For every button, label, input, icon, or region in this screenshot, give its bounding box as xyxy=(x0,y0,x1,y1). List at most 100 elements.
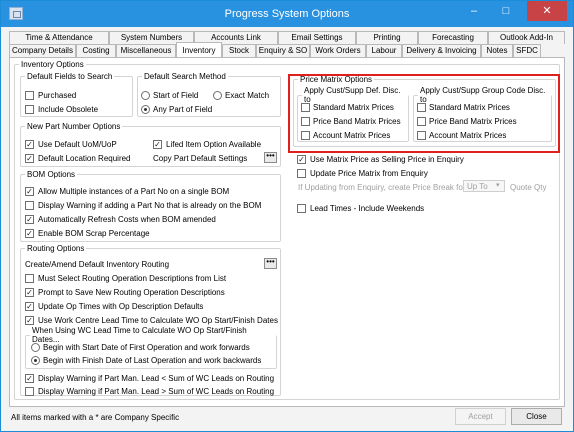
wc-backwards-label: Begin with Finish Date of Last Operation… xyxy=(43,356,262,365)
tab-forecasting[interactable]: Forecasting xyxy=(418,31,488,44)
csg-standard-label: Standard Matrix Prices xyxy=(429,103,510,112)
use-default-uom-checkbox[interactable] xyxy=(25,140,34,149)
bom-display-warning-label: Display Warning if adding a Part No that… xyxy=(38,201,262,210)
create-amend-routing-button[interactable]: ••• xyxy=(264,258,277,269)
warning-lead-less-label: Display Warning if Part Man. Lead < Sum … xyxy=(38,374,275,383)
inventory-tab-panel: Inventory Options Default Fields to Sear… xyxy=(9,57,565,407)
tab-work-orders[interactable]: Work Orders xyxy=(310,44,366,57)
cs-account-checkbox[interactable] xyxy=(301,131,310,140)
copy-defaults-button[interactable]: ••• xyxy=(264,152,277,163)
include-obsolete-label: Include Obsolete xyxy=(38,105,99,114)
tab-email-settings[interactable]: Email Settings xyxy=(278,31,356,44)
close-button[interactable]: Close xyxy=(511,408,562,425)
bom-scrap-percentage-checkbox[interactable] xyxy=(25,229,34,238)
close-window-button[interactable]: ✕ xyxy=(527,1,567,21)
csg-account-checkbox[interactable] xyxy=(417,131,426,140)
tab-row-1: Time & Attendance System Numbers Account… xyxy=(9,31,565,44)
use-matrix-price-label: Use Matrix Price as Selling Price in Enq… xyxy=(310,155,464,164)
default-location-label: Default Location Required xyxy=(38,154,131,163)
start-of-field-label: Start of Field xyxy=(153,91,199,100)
quote-qty-label: Quote Qty xyxy=(510,183,547,192)
copy-defaults-label: Copy Part Default Settings xyxy=(153,154,248,163)
tab-miscellaneous[interactable]: Miscellaneous xyxy=(116,44,176,57)
bom-allow-multiple-checkbox[interactable] xyxy=(25,187,34,196)
csg-price-band-label: Price Band Matrix Prices xyxy=(429,117,517,126)
up-to-value: Up To xyxy=(467,182,488,191)
tab-costing[interactable]: Costing xyxy=(76,44,116,57)
tab-company-details[interactable]: Company Details xyxy=(9,44,76,57)
bom-scrap-percentage-label: Enable BOM Scrap Percentage xyxy=(38,229,150,238)
routing-update-op-times-label: Update Op Times with Op Description Defa… xyxy=(38,302,204,311)
routing-use-wc-lead-time-checkbox[interactable] xyxy=(25,316,34,325)
cs-price-band-checkbox[interactable] xyxy=(301,117,310,126)
accept-button[interactable]: Accept xyxy=(455,408,506,425)
routing-options-legend: Routing Options xyxy=(27,244,85,253)
default-location-checkbox[interactable] xyxy=(25,154,34,163)
lifed-item-checkbox[interactable] xyxy=(153,140,162,149)
company-specific-note: All items marked with a * are Company Sp… xyxy=(11,413,180,422)
routing-must-select-label: Must Select Routing Operation Descriptio… xyxy=(38,274,227,283)
options-window: Progress System Options – □ ✕ Time & Att… xyxy=(0,0,574,432)
create-amend-routing-label: Create/Amend Default Inventory Routing xyxy=(25,260,170,269)
bom-allow-multiple-label: Allow Multiple instances of a Part No on… xyxy=(38,187,230,196)
tab-printing[interactable]: Printing xyxy=(356,31,418,44)
tab-labour[interactable]: Labour xyxy=(366,44,402,57)
csg-account-label: Account Matrix Prices xyxy=(429,131,507,140)
new-part-legend: New Part Number Options xyxy=(27,122,121,131)
bom-refresh-costs-checkbox[interactable] xyxy=(25,215,34,224)
csg-price-band-checkbox[interactable] xyxy=(417,117,426,126)
bom-display-warning-checkbox[interactable] xyxy=(25,201,34,210)
exact-match-radio[interactable] xyxy=(213,91,222,100)
price-matrix-legend: Price Matrix Options xyxy=(300,75,373,84)
up-to-select[interactable]: Up To ▾ xyxy=(463,180,505,192)
warning-lead-greater-label: Display Warning if Part Man. Lead > Sum … xyxy=(38,387,275,396)
minimize-button[interactable]: – xyxy=(461,1,487,21)
cust-supp-group-disc-legend: Apply Cust/Supp Group Code Disc. to xyxy=(420,86,546,104)
routing-must-select-checkbox[interactable] xyxy=(25,274,34,283)
tab-outlook-add-in[interactable]: Outlook Add-In xyxy=(488,31,565,44)
purchased-label: Purchased xyxy=(38,91,77,100)
start-of-field-radio[interactable] xyxy=(141,91,150,100)
routing-prompt-save-checkbox[interactable] xyxy=(25,288,34,297)
use-default-uom-label: Use Default UoM/UoP xyxy=(38,140,117,149)
wc-forwards-label: Begin with Start Date of First Operation… xyxy=(43,343,250,352)
routing-use-wc-lead-time-label: Use Work Centre Lead Time to Calculate W… xyxy=(38,316,278,325)
lead-times-weekends-checkbox[interactable] xyxy=(297,204,306,213)
search-method-legend: Default Search Method xyxy=(144,72,226,81)
wc-lead-time-legend: When Using WC Lead Time to Calculate WO … xyxy=(32,326,247,344)
title-bar: Progress System Options – □ ✕ xyxy=(1,1,573,27)
update-price-matrix-checkbox[interactable] xyxy=(297,169,306,178)
lifed-item-label: Lifed Item Option Available xyxy=(166,140,262,149)
routing-update-op-times-checkbox[interactable] xyxy=(25,302,34,311)
cs-standard-label: Standard Matrix Prices xyxy=(313,103,394,112)
cs-account-label: Account Matrix Prices xyxy=(313,131,391,140)
include-obsolete-checkbox[interactable] xyxy=(25,105,34,114)
cs-price-band-label: Price Band Matrix Prices xyxy=(313,117,401,126)
warning-lead-greater-checkbox[interactable] xyxy=(25,387,34,396)
cs-standard-checkbox[interactable] xyxy=(301,103,310,112)
if-updating-label: If Updating from Enquiry, create Price B… xyxy=(298,183,466,192)
inventory-options-legend: Inventory Options xyxy=(21,60,84,69)
tab-notes[interactable]: Notes xyxy=(481,44,513,57)
csg-standard-checkbox[interactable] xyxy=(417,103,426,112)
tab-delivery-invoicing[interactable]: Delivery & Invoicing xyxy=(402,44,481,57)
bom-refresh-costs-label: Automatically Refresh Costs when BOM ame… xyxy=(38,215,216,224)
tab-stock[interactable]: Stock xyxy=(222,44,256,57)
tab-row-2: Company Details Costing Miscellaneous In… xyxy=(9,42,541,57)
purchased-checkbox[interactable] xyxy=(25,91,34,100)
tab-sfdc[interactable]: SFDC xyxy=(513,44,541,57)
window-title: Progress System Options xyxy=(224,8,350,20)
default-fields-legend: Default Fields to Search xyxy=(27,72,113,81)
wc-backwards-radio[interactable] xyxy=(31,356,40,365)
chevron-down-icon: ▾ xyxy=(496,182,500,189)
wc-forwards-radio[interactable] xyxy=(31,343,40,352)
use-matrix-price-checkbox[interactable] xyxy=(297,155,306,164)
maximize-button[interactable]: □ xyxy=(493,1,519,21)
exact-match-label: Exact Match xyxy=(225,91,270,100)
tab-inventory[interactable]: Inventory xyxy=(176,42,222,57)
any-part-of-field-radio[interactable] xyxy=(141,105,150,114)
cust-supp-disc-legend: Apply Cust/Supp Def. Disc. to xyxy=(304,86,401,104)
tab-enquiry-so[interactable]: Enquiry & SO xyxy=(256,44,310,57)
tab-time-attendance[interactable]: Time & Attendance xyxy=(9,31,109,44)
warning-lead-less-checkbox[interactable] xyxy=(25,374,34,383)
